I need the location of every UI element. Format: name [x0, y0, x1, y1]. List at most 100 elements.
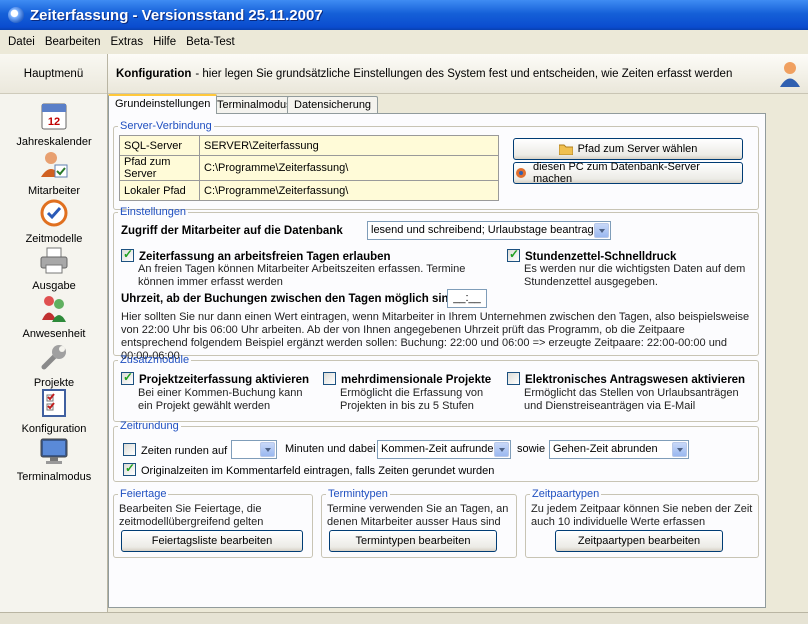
come-rounding-select[interactable]: Kommen-Zeit aufrunden — [377, 440, 511, 459]
chevron-down-icon — [594, 223, 609, 238]
module-projects-title: Projektzeiterfassung aktivieren — [139, 374, 310, 386]
round-minutes-select[interactable] — [231, 440, 277, 459]
rounding-legend: Zeitrundung — [120, 420, 179, 432]
table-row: Pfad zum Server C:\Programme\Zeiterfassu… — [119, 155, 499, 181]
menu-bearbeiten[interactable]: Bearbeiten — [40, 36, 106, 48]
printer-icon — [38, 244, 70, 276]
app-icon — [8, 7, 24, 23]
module-requests-title: Elektronisches Antragswesen aktivieren — [525, 374, 746, 386]
holidays-legend: Feiertage — [120, 488, 167, 500]
sidebar-item-jahreskalender[interactable]: 12 Jahreskalender — [0, 100, 108, 148]
termtypes-description: Termine verwenden Sie an Tagen, an denen… — [327, 503, 509, 528]
sidebar-item-mitarbeiter[interactable]: Mitarbeiter — [0, 149, 108, 197]
sidebar-item-terminalmodus[interactable]: Terminalmodus — [0, 435, 108, 483]
edit-termtypes-button[interactable]: Termintypen bearbeiten — [329, 530, 497, 552]
configuration-icon — [38, 387, 70, 419]
table-cell-label: Lokaler Pfad — [119, 180, 200, 201]
modules-legend: Zusatzmodule — [120, 354, 190, 366]
page-description: - hier legen Sie grundsätzliche Einstell… — [195, 67, 733, 80]
presence-icon — [38, 292, 70, 324]
module-requests-checkbox[interactable] — [507, 372, 520, 385]
local-path-field[interactable]: C:\Programme\Zeiterfassung\ — [199, 180, 499, 201]
sidebar-item-konfiguration[interactable]: Konfiguration — [0, 387, 108, 435]
sidebar-item-label: Anwesenheit — [22, 328, 86, 340]
chevron-down-icon — [494, 442, 509, 457]
module-multidim-description: Ermöglicht die Erfassung von Projekten i… — [340, 387, 484, 412]
sidebar-item-label: Jahreskalender — [16, 136, 92, 148]
tab-terminalmodus[interactable]: Terminalmodus — [210, 96, 299, 114]
round-row: Zeiten runden auf — [123, 443, 227, 457]
wrench-icon — [38, 341, 70, 373]
go-rounding-select[interactable]: Gehen-Zeit abrunden — [549, 440, 689, 459]
orig-times-label: Originalzeiten im Kommentarfeld eintrage… — [141, 465, 495, 477]
tab-grundeinstellungen[interactable]: Grundeinstellungen — [108, 94, 218, 114]
sidebar-item-ausgabe[interactable]: Ausgabe — [0, 244, 108, 292]
menu-extras[interactable]: Extras — [105, 36, 148, 48]
server-icon — [514, 167, 528, 179]
sql-server-field[interactable]: SERVER\Zeiterfassung — [199, 135, 499, 156]
quickprint-description: Es werden nur die wichtigsten Daten auf … — [524, 263, 746, 288]
module-multidim-checkbox[interactable] — [323, 372, 336, 385]
edit-pairtypes-button[interactable]: Zeitpaartypen bearbeiten — [555, 530, 723, 552]
sidebar-item-label: Ausgabe — [32, 280, 76, 292]
table-cell-label: SQL-Server — [119, 135, 200, 156]
module-projects-description: Bei einer Kommen-Buchung kann ein Projek… — [138, 387, 303, 412]
page-header: Konfiguration - hier legen Sie grundsätz… — [108, 54, 808, 94]
round-label: Zeiten runden auf — [141, 445, 228, 457]
quickprint-checkbox[interactable] — [507, 247, 520, 262]
module-projects-row: Projektzeiterfassung aktivieren — [121, 370, 310, 386]
button-label: diesen PC zum Datenbank-Server machen — [533, 161, 700, 185]
sidebar-item-anwesenheit[interactable]: Anwesenheit — [0, 292, 108, 340]
module-multidim-title: mehrdimensionale Projekte — [341, 374, 492, 386]
sidebar-title: Hauptmenü — [0, 54, 107, 94]
quickprint-title: Stundenzettel-Schnelldruck — [525, 251, 677, 263]
server-legend: Server-Verbindung — [120, 120, 212, 132]
button-label: Pfad zum Server wählen — [577, 143, 698, 155]
pairtypes-legend: Zeitpaartypen — [532, 488, 600, 500]
sidebar: Hauptmenü 12 Jahreskalender Mitarbeiter … — [0, 54, 108, 612]
time-input[interactable]: __:__ — [447, 289, 487, 308]
orig-times-row: Originalzeiten im Kommentarfeld eintrage… — [123, 461, 495, 477]
go-rounding-value: Gehen-Zeit abrunden — [553, 443, 658, 455]
round-checkbox[interactable] — [123, 443, 136, 456]
sidebar-item-label: Mitarbeiter — [28, 185, 80, 197]
also-label: sowie — [517, 443, 546, 455]
time-label: Uhrzeit, ab der Buchungen zwischen den T… — [121, 293, 456, 305]
make-db-server-button[interactable]: diesen PC zum Datenbank-Server machen — [513, 161, 743, 185]
choose-server-path-button[interactable]: Pfad zum Server wählen — [513, 138, 743, 160]
access-select[interactable]: lesend und schreibend; Urlaubstage beant… — [367, 221, 611, 240]
sidebar-item-projekte[interactable]: Projekte — [0, 341, 108, 389]
termtypes-legend: Termintypen — [328, 488, 388, 500]
sidebar-item-zeitmodelle[interactable]: Zeitmodelle — [0, 197, 108, 245]
freedays-description: An freien Tagen können Mitarbeiter Arbei… — [138, 263, 466, 288]
freedays-checkbox[interactable] — [121, 247, 134, 262]
sidebar-item-label: Konfiguration — [21, 423, 87, 435]
menu-hilfe[interactable]: Hilfe — [148, 36, 181, 48]
holidays-description: Bearbeiten Sie Feiertage, die zeitmodell… — [119, 503, 264, 528]
table-row: Lokaler Pfad C:\Programme\Zeiterfassung\ — [119, 180, 499, 201]
tab-bar: Grundeinstellungen Terminalmodus Datensi… — [108, 94, 808, 114]
freedays-row: Zeiterfassung an arbeitsfreien Tagen erl… — [121, 247, 391, 263]
module-projects-checkbox[interactable] — [121, 370, 134, 385]
quickprint-row: Stundenzettel-Schnelldruck — [507, 247, 677, 263]
access-select-value: lesend und schreibend; Urlaubstage beant… — [371, 224, 606, 236]
svg-text:12: 12 — [48, 116, 60, 128]
menu-beta-test[interactable]: Beta-Test — [181, 36, 240, 48]
menu-datei[interactable]: Datei — [3, 36, 40, 48]
folder-icon — [558, 143, 574, 156]
module-multidim-row: mehrdimensionale Projekte — [323, 372, 491, 386]
tab-datensicherung[interactable]: Datensicherung — [287, 96, 379, 114]
settings-panel: Server-Verbindung SQL-Server SERVER\Zeit… — [108, 113, 766, 608]
chevron-down-icon — [672, 442, 687, 457]
access-label: Zugriff der Mitarbeiter auf die Datenban… — [121, 225, 343, 237]
freedays-title: Zeiterfassung an arbeitsfreien Tagen erl… — [139, 251, 391, 263]
settings-legend: Einstellungen — [120, 206, 187, 218]
user-icon[interactable] — [778, 60, 802, 88]
sidebar-item-label: Terminalmodus — [16, 471, 92, 483]
orig-times-checkbox[interactable] — [123, 461, 136, 476]
server-path-field[interactable]: C:\Programme\Zeiterfassung\ — [199, 155, 499, 181]
edit-holidays-button[interactable]: Feiertagsliste bearbeiten — [121, 530, 303, 552]
module-requests-description: Ermöglicht das Stellen von Urlaubsanträg… — [524, 387, 739, 412]
pairtypes-description: Zu jedem Zeitpaar können Sie neben der Z… — [531, 503, 753, 528]
time-model-icon — [38, 197, 70, 229]
